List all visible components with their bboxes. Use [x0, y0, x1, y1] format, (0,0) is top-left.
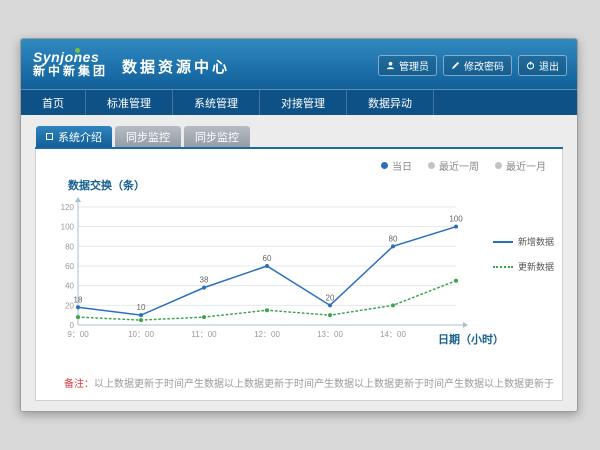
power-icon: [526, 61, 535, 70]
edit-icon: [451, 61, 460, 70]
brand-logo: Synjones 新中新集团: [33, 50, 108, 79]
svg-text:60: 60: [263, 254, 272, 263]
legend-item-new-data: 新增数据: [493, 235, 554, 248]
tab-label: 系统介绍: [58, 129, 102, 145]
nav-item-interface-mgmt[interactable]: 对接管理: [260, 90, 347, 115]
logout-button[interactable]: 退出: [518, 55, 567, 76]
range-option-label: 最近一月: [506, 158, 546, 173]
tab-label: 同步监控: [195, 129, 239, 145]
footnote-label: 备注：: [64, 379, 94, 390]
change-password-button[interactable]: 修改密码: [443, 55, 512, 76]
tab-system-intro[interactable]: 系统介绍: [36, 126, 112, 147]
svg-text:20: 20: [326, 293, 335, 302]
series-legend: 新增数据 更新数据: [493, 235, 554, 273]
range-filter: 当日 最近一周 最近一月: [381, 158, 546, 173]
footnote-text: 以上数据更新于时间产生数据以上数据更新于时间产生数据以上数据更新于时间产生数据以…: [94, 379, 554, 390]
header-actions: 管理员 修改密码 退出: [378, 55, 567, 76]
range-option-today[interactable]: 当日: [381, 158, 412, 173]
admin-user-label: 管理员: [399, 58, 429, 73]
range-option-label: 最近一周: [439, 158, 479, 173]
svg-text:100: 100: [449, 215, 463, 224]
nav-item-standard-mgmt[interactable]: 标准管理: [86, 90, 173, 115]
nav-item-home[interactable]: 首页: [21, 90, 86, 115]
page-title: 数据资源中心: [122, 56, 230, 77]
line-chart: 0 20 40 60 80 100 120 9：00 10：00 11：00 12：00 13：00 1…: [50, 195, 470, 347]
grid-icon: [46, 133, 53, 140]
svg-text:80: 80: [65, 242, 74, 251]
svg-text:10：00: 10：00: [128, 330, 154, 339]
svg-text:40: 40: [65, 282, 74, 291]
tab-label: 同步监控: [126, 129, 170, 145]
x-axis-title: 日期（小时）: [438, 331, 504, 347]
user-icon: [386, 61, 395, 70]
svg-text:11：00: 11：00: [191, 330, 217, 339]
svg-text:14：00: 14：00: [380, 330, 406, 339]
brand-dot-icon: [75, 48, 80, 53]
radio-dot-icon: [381, 162, 388, 169]
app-header: Synjones 新中新集团 数据资源中心 管理员 修改密码 退出: [21, 39, 577, 89]
brand-name: Synjones: [33, 50, 108, 65]
legend-label: 新增数据: [518, 235, 554, 248]
legend-label: 更新数据: [518, 260, 554, 273]
content-area: 系统介绍 同步监控 同步监控 当日 最近一周: [21, 115, 577, 412]
line-sample-icon: [493, 241, 513, 243]
brand-subtitle: 新中新集团: [33, 65, 108, 78]
svg-text:120: 120: [61, 203, 75, 212]
range-option-last-week[interactable]: 最近一周: [428, 158, 479, 173]
svg-text:12：00: 12：00: [254, 330, 280, 339]
svg-text:100: 100: [61, 223, 75, 232]
y-axis-title: 数据交换（条）: [68, 177, 145, 193]
radio-dot-icon: [428, 162, 435, 169]
svg-text:60: 60: [65, 262, 74, 271]
tab-sync-monitor-2[interactable]: 同步监控: [184, 126, 250, 147]
svg-text:80: 80: [389, 234, 398, 243]
range-option-last-month[interactable]: 最近一月: [495, 158, 546, 173]
tab-sync-monitor-1[interactable]: 同步监控: [115, 126, 181, 147]
range-option-label: 当日: [392, 158, 412, 173]
brand-text: Synjones: [33, 49, 99, 65]
svg-text:38: 38: [200, 276, 209, 285]
chart-panel: 当日 最近一周 最近一月 数据交换（条） 0 20 40 60 80 100 120 9：00…: [35, 149, 563, 401]
admin-user-button[interactable]: 管理员: [378, 55, 437, 76]
svg-text:0: 0: [70, 321, 75, 330]
tab-bar: 系统介绍 同步监控 同步监控: [35, 126, 563, 149]
footnote: 备注：以上数据更新于时间产生数据以上数据更新于时间产生数据以上数据更新于时间产生…: [64, 375, 554, 390]
svg-text:9：00: 9：00: [67, 330, 89, 339]
svg-text:18: 18: [74, 295, 83, 304]
nav-item-data-change[interactable]: 数据异动: [347, 90, 434, 115]
logout-label: 退出: [539, 58, 559, 73]
main-nav: 首页 标准管理 系统管理 对接管理 数据异动: [21, 89, 577, 115]
nav-item-system-mgmt[interactable]: 系统管理: [173, 90, 260, 115]
app-window: Synjones 新中新集团 数据资源中心 管理员 修改密码 退出 首页 标准管…: [20, 38, 578, 412]
radio-dot-icon: [495, 162, 502, 169]
change-password-label: 修改密码: [464, 58, 504, 73]
svg-text:10: 10: [137, 303, 146, 312]
line-sample-icon: [493, 266, 513, 268]
legend-item-updated-data: 更新数据: [493, 260, 554, 273]
svg-text:13：00: 13：00: [317, 330, 343, 339]
